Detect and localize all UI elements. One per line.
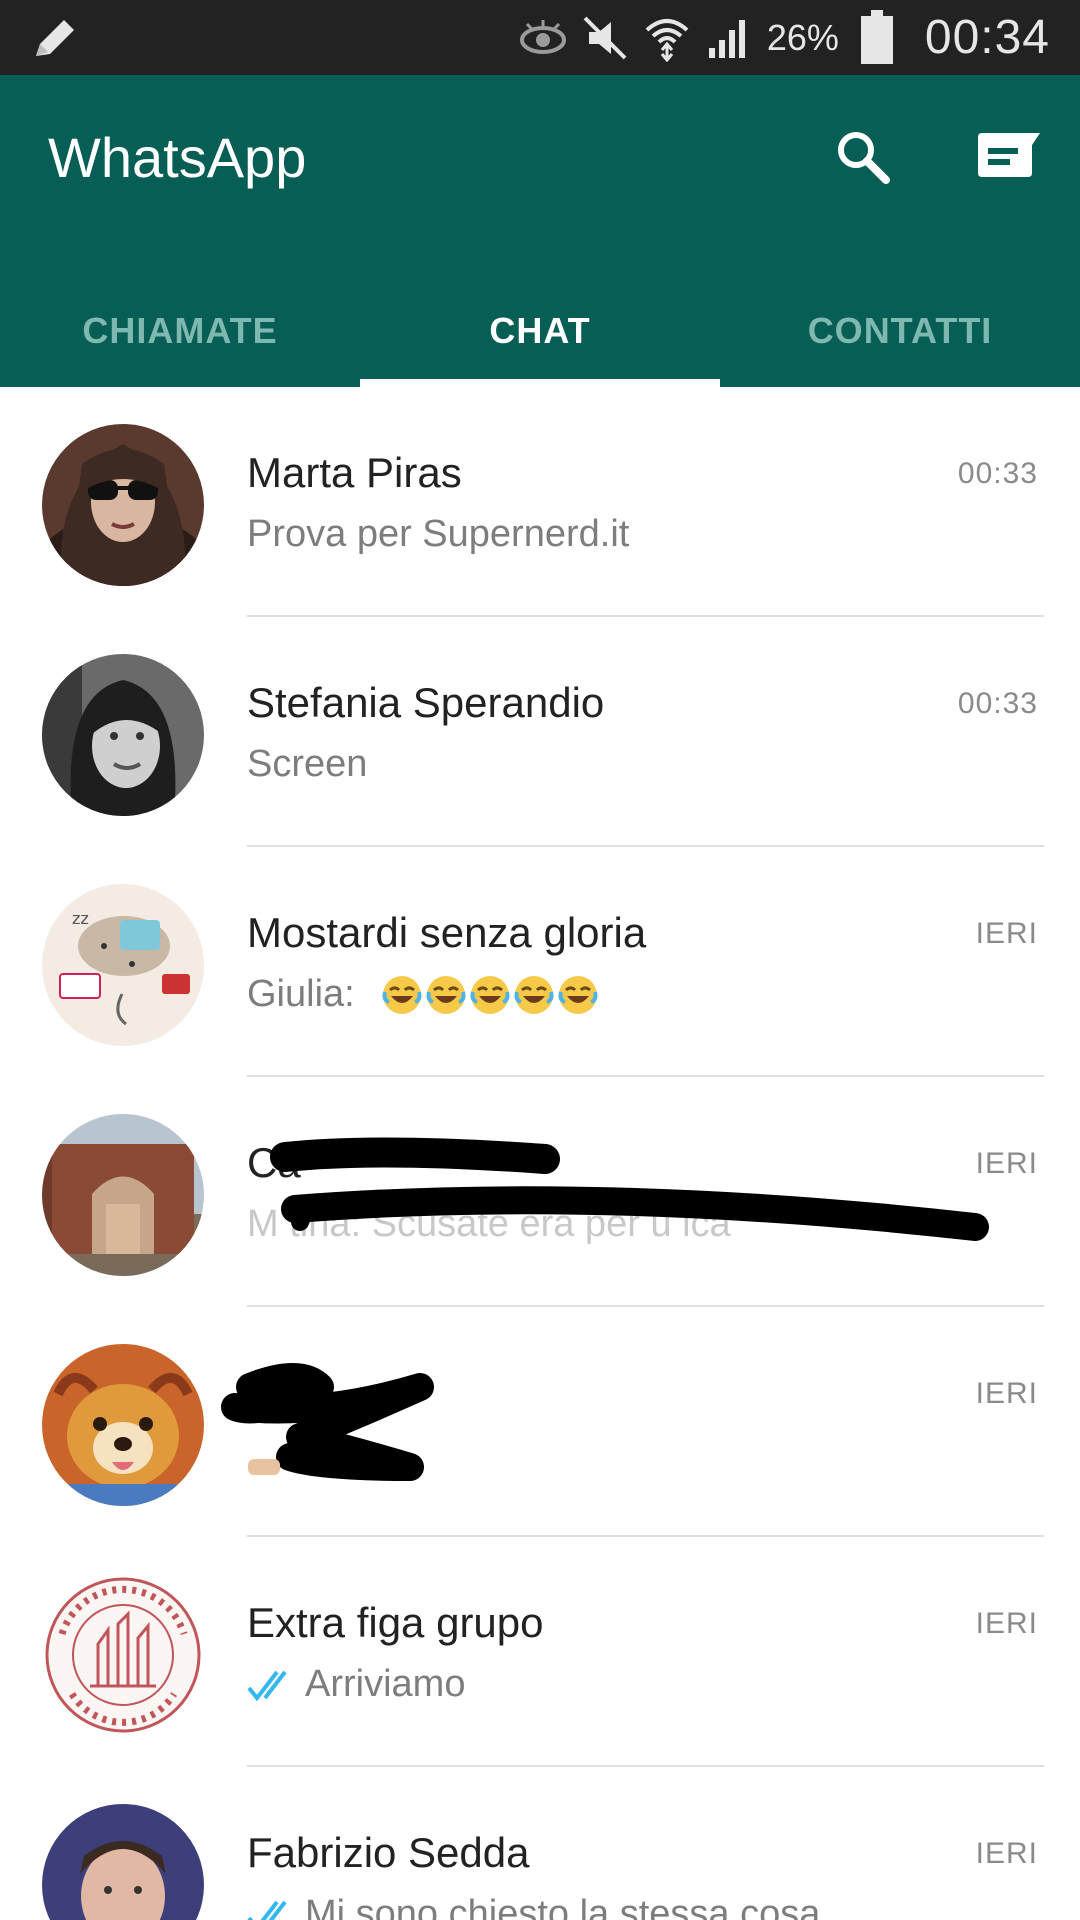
status-bar: 26% 00:34 bbox=[0, 0, 1080, 75]
laughing-emoji-icon bbox=[470, 975, 510, 1014]
chat-time: IERI bbox=[975, 917, 1038, 950]
tab-indicator bbox=[360, 379, 720, 387]
chat-time: 00:33 bbox=[957, 457, 1038, 490]
chat-name: Mostardi senza gloria bbox=[247, 909, 647, 956]
message-preview: Mi sono chiesto la stessa cosa bbox=[305, 1893, 821, 1920]
tab-label: CHAT bbox=[489, 310, 591, 351]
chat-row[interactable]: Marta Piras 00:33 Prova per Supernerd.it bbox=[0, 387, 1080, 617]
chat-row[interactable]: IERI bbox=[0, 1307, 1080, 1537]
tab-bar: CHIAMATE CHAT CONTATTI bbox=[0, 275, 1080, 387]
chat-preview: Screen bbox=[247, 743, 367, 786]
laughing-emoji-icon bbox=[558, 975, 598, 1014]
chat-preview: Prova per Supernerd.it bbox=[247, 513, 629, 556]
laughing-emoji-icon bbox=[514, 975, 554, 1014]
chat-row[interactable]: Stefania Sperandio 00:33 Screen bbox=[0, 617, 1080, 847]
chat-name: Marta Piras bbox=[247, 449, 462, 496]
tab-label: CHIAMATE bbox=[82, 310, 278, 351]
avatar bbox=[42, 424, 204, 586]
chat-row[interactable]: zz Mostardi senza gloria IERI Giulia: bbox=[0, 847, 1080, 1077]
wifi-icon bbox=[643, 14, 691, 62]
mute-icon bbox=[581, 14, 629, 62]
chat-row[interactable]: Ca IERI M tina: Scusate era per u ica bbox=[0, 1077, 1080, 1307]
chat-preview: Arriviamo bbox=[247, 1663, 465, 1706]
avatar bbox=[42, 1114, 204, 1276]
chat-row[interactable]: Fabrizio Sedda IERI Mi sono chiesto la s… bbox=[0, 1767, 1080, 1920]
message-sender: Giulia: bbox=[247, 973, 355, 1015]
double-check-icon bbox=[247, 1900, 287, 1920]
message-preview: Prova per Supernerd.it bbox=[247, 513, 630, 555]
app-title: WhatsApp bbox=[48, 126, 307, 189]
message-preview: M tina: Scusate era per u ica bbox=[247, 1203, 731, 1245]
battery-percent: 26% bbox=[766, 16, 839, 58]
message-preview: Screen bbox=[247, 743, 368, 785]
eye-icon bbox=[519, 14, 567, 62]
chat-time: 00:33 bbox=[957, 687, 1038, 720]
chat-preview: M tina: Scusate era per u ica bbox=[247, 1203, 731, 1246]
laughing-emoji-icon bbox=[382, 975, 422, 1014]
laughing-emoji-icon bbox=[426, 975, 466, 1014]
tab-contatti[interactable]: CONTATTI bbox=[720, 275, 1080, 387]
avatar bbox=[42, 1344, 204, 1506]
avatar bbox=[42, 654, 204, 816]
search-button[interactable] bbox=[826, 120, 898, 192]
new-chat-icon bbox=[978, 133, 1040, 177]
chat-name: Stefania Sperandio bbox=[247, 679, 605, 726]
svg-text:zz: zz bbox=[72, 909, 89, 928]
chat-name: Ca bbox=[247, 1139, 301, 1186]
chat-row[interactable]: Extra figa grupo IERI Arriviamo bbox=[0, 1537, 1080, 1767]
tab-chat[interactable]: CHAT bbox=[360, 275, 720, 387]
chat-time: IERI bbox=[975, 1607, 1038, 1640]
signal-icon bbox=[705, 14, 753, 62]
avatar bbox=[42, 1574, 204, 1736]
double-check-icon bbox=[247, 1670, 287, 1701]
new-chat-button[interactable] bbox=[972, 120, 1044, 192]
chat-preview: Giulia: bbox=[247, 973, 601, 1016]
chat-preview: Mi sono chiesto la stessa cosa bbox=[247, 1893, 820, 1920]
avatar: zz bbox=[42, 884, 204, 1046]
app-bar: WhatsApp CHIAMATE CHAT CONTATTI bbox=[0, 75, 1080, 387]
edit-pencil-icon bbox=[30, 14, 80, 62]
message-preview: Arriviamo bbox=[305, 1663, 466, 1705]
chat-name: Fabrizio Sedda bbox=[247, 1829, 530, 1876]
chat-time: IERI bbox=[975, 1147, 1038, 1180]
search-icon bbox=[838, 132, 890, 184]
clock: 00:34 bbox=[924, 11, 1050, 64]
chat-name: Extra figa grupo bbox=[247, 1599, 544, 1646]
avatar bbox=[42, 1804, 204, 1920]
tab-label: CONTATTI bbox=[807, 310, 993, 351]
chat-time: IERI bbox=[975, 1377, 1038, 1410]
chat-list: Marta Piras 00:33 Prova per Supernerd.it… bbox=[0, 387, 1080, 1920]
chat-time: IERI bbox=[975, 1837, 1038, 1870]
tab-chiamate[interactable]: CHIAMATE bbox=[0, 275, 360, 387]
battery-icon bbox=[853, 9, 901, 64]
